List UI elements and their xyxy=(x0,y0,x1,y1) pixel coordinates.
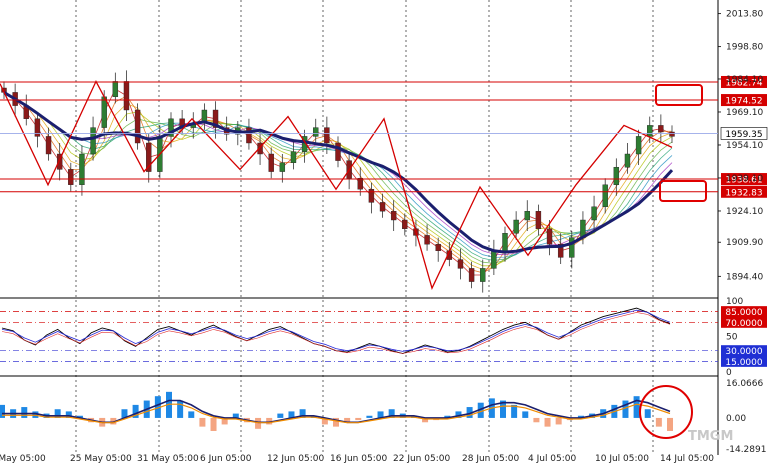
macd-bar xyxy=(21,407,28,418)
macd-axis-label: -14.2891 xyxy=(726,445,766,455)
macd-axis-label: 0.00 xyxy=(726,414,746,424)
macd-bar xyxy=(177,400,184,418)
date-tick-label: 12 Jun 05:00 xyxy=(267,454,324,464)
date-tick-label: 16 Jun 05:00 xyxy=(330,454,387,464)
price-tick-label: 1939.10 xyxy=(726,174,763,184)
macd-bar xyxy=(655,417,662,427)
candle-body xyxy=(424,235,430,245)
candle-body xyxy=(546,228,553,245)
stoch-level-tag-label: 30.0000 xyxy=(725,347,762,357)
candle-body xyxy=(669,131,675,137)
price-tick-label: 1998.80 xyxy=(726,43,763,53)
candle-body xyxy=(68,169,74,185)
date-tick-label: 4 Jul 05:00 xyxy=(528,454,577,464)
candle-body xyxy=(45,136,52,155)
candle-body xyxy=(279,162,286,172)
price-tick-label: 2013.80 xyxy=(726,10,763,20)
candle-body xyxy=(591,206,597,221)
stoch-level-tag-label: 85.0000 xyxy=(725,308,762,318)
macd-bar xyxy=(366,415,373,418)
stoch-axis-label: 0 xyxy=(726,368,732,378)
macd-bar xyxy=(277,413,284,418)
candle-body xyxy=(468,268,475,282)
candle-body xyxy=(502,232,508,251)
date-tick-label: 28 Jun 05:00 xyxy=(462,454,519,464)
candle-body xyxy=(368,188,375,203)
macd-bar xyxy=(199,417,206,427)
candle-body xyxy=(335,142,341,161)
candle-body xyxy=(457,259,464,269)
candle-body xyxy=(535,210,542,229)
candle-body xyxy=(379,202,386,212)
candle-body xyxy=(246,127,252,144)
macd-bar xyxy=(255,417,262,429)
price-tick-label: 1894.40 xyxy=(726,272,763,282)
candle-body xyxy=(402,219,408,230)
macd-bar xyxy=(533,417,540,423)
candle-body xyxy=(324,127,330,144)
price-tick-label: 1909.90 xyxy=(726,238,763,248)
macd-bar xyxy=(210,417,217,431)
candle-body xyxy=(112,81,119,98)
stoch-axis-label: 100 xyxy=(726,297,743,307)
candle-body xyxy=(613,166,620,185)
candle-body xyxy=(647,125,653,137)
date-tick-label: 22 Jun 05:00 xyxy=(393,454,450,464)
candle-body xyxy=(658,125,664,133)
price-tick-label: 1969.10 xyxy=(726,108,763,118)
date-tick-label: 14 Jul 05:00 xyxy=(660,454,714,464)
macd-bar xyxy=(667,417,673,431)
candle-body xyxy=(524,210,530,221)
chart-background xyxy=(0,0,770,465)
date-tick-label: 19 May 05:00 xyxy=(0,454,46,464)
candle-body xyxy=(513,219,519,234)
macd-axis-label: 16.0666 xyxy=(726,379,763,389)
candle-body xyxy=(569,237,575,258)
macd-bar xyxy=(644,409,651,418)
candle-body xyxy=(90,127,96,155)
stoch-level-tag-label: 70.0000 xyxy=(725,319,762,329)
macd-bar xyxy=(633,396,640,418)
macd-bar xyxy=(544,417,551,427)
candle-body xyxy=(313,127,319,137)
candle-body xyxy=(435,243,441,251)
macd-bar xyxy=(355,417,362,421)
macd-bar xyxy=(188,411,195,418)
macd-bar xyxy=(555,417,562,425)
macd-bar xyxy=(0,404,5,418)
candle-body xyxy=(480,268,486,282)
candle-body xyxy=(624,153,631,168)
date-tick-label: 10 Jul 05:00 xyxy=(595,454,649,464)
price-tick-label: 1954.10 xyxy=(726,141,763,151)
macd-bar xyxy=(522,411,529,418)
price-tick-label: 1984.10 xyxy=(726,75,763,85)
candle-body xyxy=(491,250,497,269)
candle-body xyxy=(134,109,141,144)
date-tick-label: 31 May 05:00 xyxy=(137,454,199,464)
candle-body xyxy=(635,136,642,155)
candle-body xyxy=(602,184,608,208)
candle-body xyxy=(390,210,397,221)
candle-body xyxy=(123,81,130,111)
watermark: TMGM xyxy=(688,429,733,444)
price-tag-label: 1932.83 xyxy=(725,188,762,198)
candle-body xyxy=(357,177,363,190)
price-tick-label: 1924.10 xyxy=(726,207,763,217)
price-tag-label: 1959.35 xyxy=(725,130,762,140)
stoch-axis-label: 50 xyxy=(726,333,738,343)
date-tick-label: 6 Jun 05:00 xyxy=(200,454,252,464)
stoch-level-tag-label: 15.0000 xyxy=(725,358,762,368)
price-tag-label: 1974.52 xyxy=(725,97,762,107)
date-tick-label: 25 May 05:00 xyxy=(70,454,132,464)
candle-body xyxy=(268,153,274,172)
date-axis: 19 May 05:00 25 May 05:00 31 May 05:006 Ju… xyxy=(0,454,714,464)
candle-body xyxy=(79,153,85,185)
candle-body xyxy=(290,151,297,164)
trading-chart: 1982.741974.521959.351938.611932.832013.… xyxy=(0,0,770,465)
